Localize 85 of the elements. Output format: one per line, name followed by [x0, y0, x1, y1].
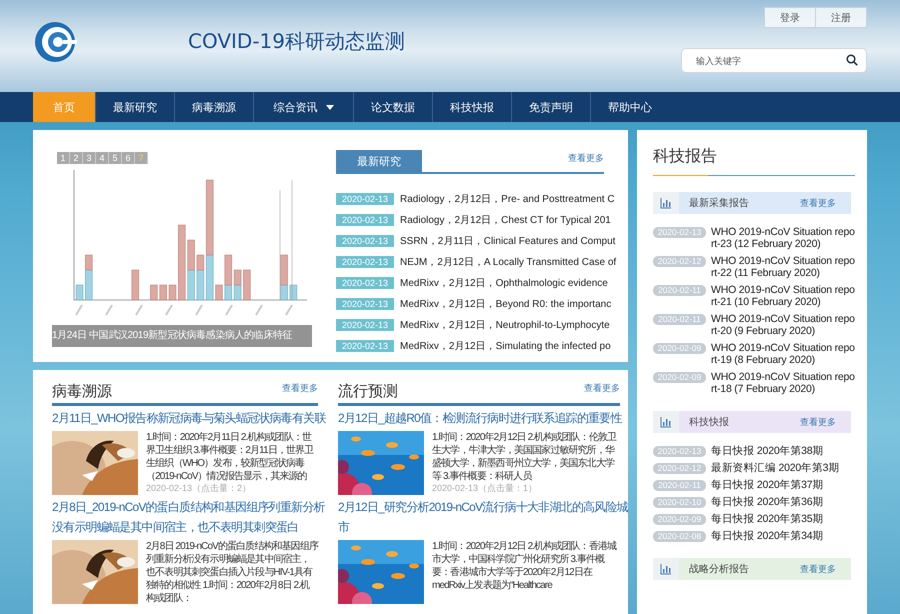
report-link[interactable]: WHO 2019-nCoV Situation report-21 (10 February 2020) [711, 284, 855, 308]
date-badge: 2020-02-13 [336, 298, 394, 310]
more-link[interactable]: 查看更多 [800, 196, 836, 210]
search-field[interactable]: 输入关键字 [681, 48, 867, 73]
news-link[interactable]: Radiology，2月12日，Pre- and Posttreatment C [400, 192, 615, 206]
report-link[interactable]: 每日快报 2020年第34期 [711, 530, 824, 542]
date-badge: 2020-02-13 [653, 446, 706, 457]
nav-item[interactable]: 帮助中心 [590, 92, 669, 122]
news-link[interactable]: MedRixv，2月12日，Simulating the infected po [400, 338, 611, 352]
report-link[interactable]: 每日快报 2020年第38期 [711, 445, 824, 457]
article-summary: 1.时间：2020年2月12日 2.机构或团队：伦敦卫生大学，牛津大学，美国国家过敏研究所，华盛顿大学，新墨西哥州立大学，美国东北大学等 3.事件概要：科研人员 [432, 431, 618, 483]
nav-item[interactable]: 论文数据 [353, 92, 432, 122]
report-link[interactable]: 每日快报 2020年第37期 [711, 479, 824, 491]
date-badge: 2020-02-10 [653, 497, 706, 508]
chart-bar [243, 270, 251, 300]
date-badge: 2020-02-13 [336, 256, 394, 268]
nav-item[interactable]: 最新研究 [95, 92, 174, 122]
nav-item[interactable]: 免责声明 [511, 92, 590, 122]
more-link[interactable]: 查看更多 [800, 416, 836, 428]
date-badge: 2020-02-09 [653, 514, 706, 525]
chart-bar [76, 284, 84, 300]
chart-bar [168, 284, 176, 300]
report-link[interactable]: WHO 2019-nCoV Situation report-23 (12 February 2020) [711, 226, 855, 250]
group-title: 战略分析报告 [689, 562, 750, 576]
date-badge: 2020-02-13 [336, 214, 394, 226]
section-tab[interactable]: 最新研究 [336, 150, 422, 172]
section-title: 流行预测 [338, 382, 398, 401]
panel-title: 科技报告 [653, 146, 855, 176]
chart-bar [215, 284, 223, 300]
article-meta: 2020-02-13（点击量：1） [432, 483, 538, 494]
nav-item[interactable]: 病毒溯源 [174, 92, 253, 122]
nav-item[interactable]: 科技快报 [432, 92, 511, 122]
news-link[interactable]: MedRixv，2月12日，Neutrophil-to-Lymphocyte [400, 318, 610, 332]
news-link[interactable]: SSRN，2月11日，Clinical Features and Comput [400, 234, 616, 248]
date-badge: 2020-02-09 [653, 343, 706, 354]
date-badge: 2020-02-11 [653, 480, 706, 491]
account-link[interactable]: 登录 [764, 7, 816, 28]
report-link[interactable]: WHO 2019-nCoV Situation report-19 (8 February 2020) [711, 342, 855, 366]
article-title[interactable]: 2月8日_2019-nCoV的蛋白质结构和基因组序列重新分析没有示明蝙蝠是其中间宿主，也不表明其刺突蛋白 [52, 497, 326, 537]
article-title[interactable]: 2月11日_WHO报告称新冠病毒与菊头蝠冠状病毒有关联 [52, 408, 326, 428]
section-title: 病毒溯源 [52, 382, 112, 401]
site-title: COVID-19科研动态监测 [188, 28, 406, 55]
article-summary: 2月8日 2019-nCoV的蛋白质结构和基因组序列重新分析没有示明蝙蝠是其中间宿主，也不表明其刺突蛋白插入片段与HIV-1具有独特的相似性 1.时间：2020年2月8日 2.机构或团队： [146, 540, 318, 605]
article-summary: 1.时间：2020年2月11日 2.机构或团队：世界卫生组织 3.事件概要：2月11日，世界卫生组织（WHO）发布，较新型冠状病毒（2019-nCoV）情况报告显示，其来源的 [146, 431, 315, 483]
logo-icon [33, 20, 77, 64]
chart-icon [660, 416, 672, 428]
more-link[interactable]: 查看更多 [584, 382, 620, 395]
article-meta: 2020-02-13（点击量：2） [146, 483, 252, 494]
report-link[interactable]: 每日快报 2020年第36期 [711, 496, 824, 508]
group-title: 最新采集报告 [689, 196, 750, 210]
date-badge: 2020-02-13 [336, 276, 394, 288]
report-link[interactable]: WHO 2019-nCoV Situation report-20 (9 February 2020) [711, 313, 855, 337]
chart-bar [132, 270, 140, 300]
date-badge: 2020-02-09 [653, 372, 706, 383]
chart-icon [660, 197, 672, 209]
date-badge: 2020-02-13 [336, 234, 394, 246]
date-badge: 2020-02-08 [653, 531, 706, 542]
date-badge: 2020-02-13 [336, 340, 394, 352]
news-link[interactable]: MedRixv，2月12日，Beyond R0: the importanc [400, 296, 612, 310]
more-link[interactable]: 查看更多 [282, 382, 318, 395]
nav-item[interactable]: 综合资讯 [253, 92, 353, 122]
date-badge: 2020-02-11 [653, 314, 706, 325]
report-link[interactable]: WHO 2019-nCoV Situation report-18 (7 February 2020) [711, 371, 855, 395]
article-summary: 1.时间：2020年2月12日 2.机构或团队：香港城市大学，中国科学院广州化研究所 3.事件概要：香港城市大学等于2020年2月12日在medRxiv上发表题为“Healthcare [432, 540, 618, 592]
article-title[interactable]: 2月12日_超越R0值：检测流行病时进行联系追踪的重要性 [338, 408, 628, 428]
date-badge: 2020-02-13 [336, 192, 394, 204]
report-link[interactable]: 最新资料汇编 2020年第3期 [711, 462, 840, 474]
more-link[interactable]: 查看更多 [568, 152, 604, 165]
chart-icon [660, 563, 672, 575]
date-badge: 2020-02-13 [653, 227, 706, 238]
date-badge: 2020-02-12 [653, 463, 706, 474]
date-badge: 2020-02-12 [653, 256, 706, 267]
date-badge: 2020-02-11 [653, 285, 706, 296]
news-link[interactable]: NEJM，2月12日，A Locally Transmitted Case of [400, 254, 616, 268]
news-link[interactable]: Radiology，2月12日，Chest CT for Typical 201 [400, 212, 611, 226]
report-link[interactable]: WHO 2019-nCoV Situation report-22 (11 February 2020) [711, 255, 855, 279]
report-link[interactable]: 每日快报 2020年第35期 [711, 513, 824, 525]
news-link[interactable]: MedRixv，2月12日，Ophthalmologic evidence [400, 276, 608, 290]
article-title[interactable]: 2月12日_研究分析2019-nCoV流行病十大非湖北的高风险城市 [338, 497, 628, 537]
caret-icon [326, 104, 334, 110]
more-link[interactable]: 查看更多 [800, 562, 836, 576]
group-title: 科技快报 [689, 416, 730, 429]
account-link[interactable]: 注册 [815, 7, 867, 28]
search-icon[interactable] [846, 54, 858, 66]
date-badge: 2020-02-13 [336, 318, 394, 330]
